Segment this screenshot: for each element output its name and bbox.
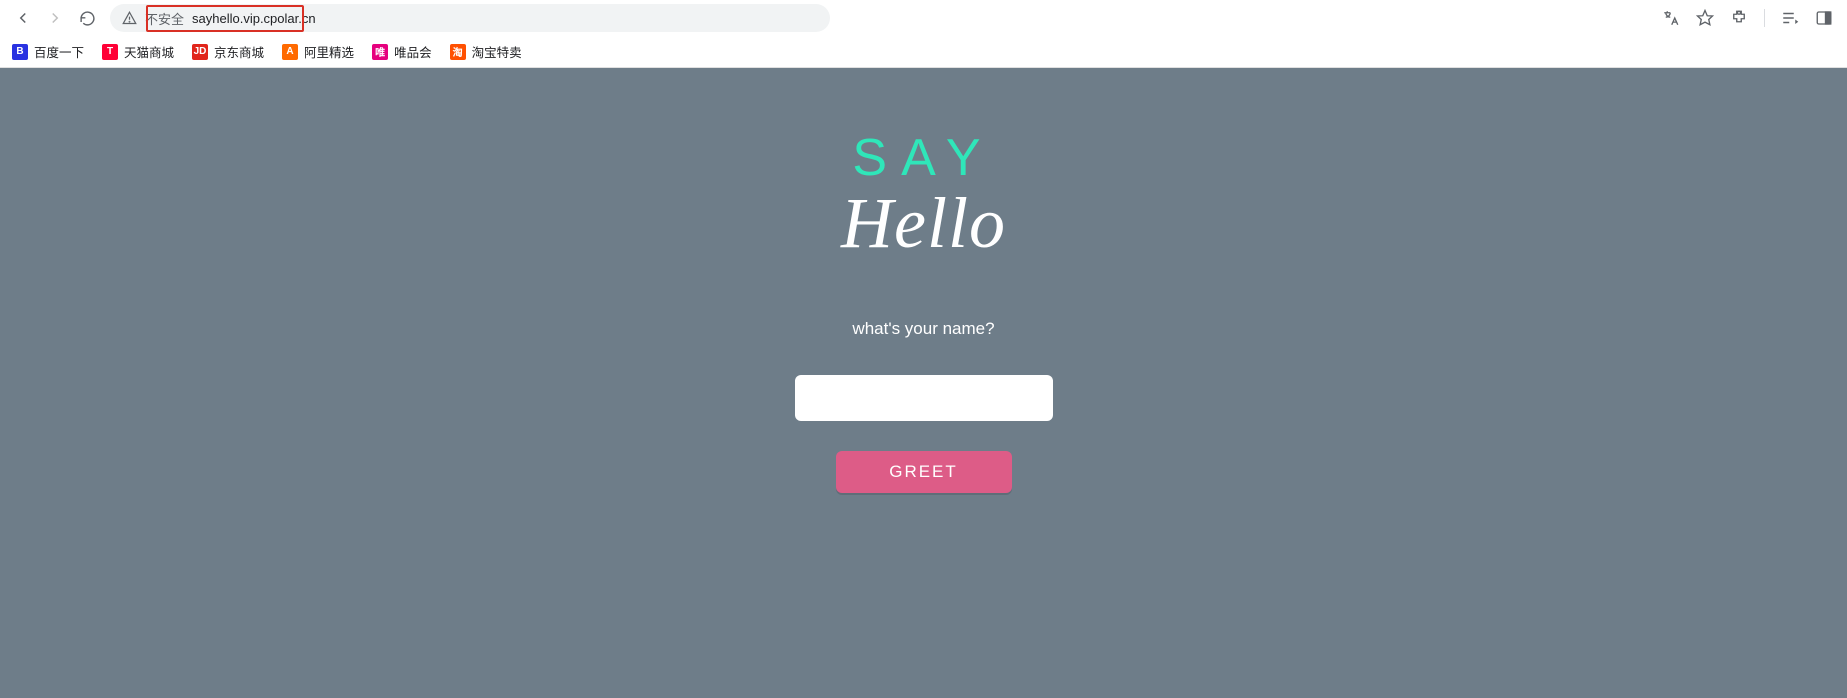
bookmark-item-0[interactable]: B 百度一下 [12, 42, 84, 61]
bookmark-label: 阿里精选 [304, 42, 354, 61]
security-label: 不安全 [145, 9, 184, 28]
translate-icon[interactable] [1662, 9, 1680, 27]
toolbar-divider [1764, 9, 1765, 27]
browser-chrome: 不安全 sayhello.vip.cpolar.cn B百度一下T天 [0, 0, 1847, 68]
reload-button[interactable] [78, 9, 96, 27]
playlist-icon[interactable] [1781, 9, 1799, 27]
bookmark-favicon: 淘 [450, 44, 466, 60]
browser-toolbar: 不安全 sayhello.vip.cpolar.cn [0, 0, 1847, 36]
name-input[interactable] [795, 375, 1053, 421]
nav-icon-group [8, 9, 96, 27]
bookmark-item-2[interactable]: JD 京东商城 [192, 42, 264, 61]
not-secure-icon [122, 11, 137, 26]
bookmark-item-3[interactable]: A 阿里精选 [282, 42, 354, 61]
heading-hello: Hello [841, 182, 1006, 265]
url-text: sayhello.vip.cpolar.cn [192, 11, 316, 26]
bookmark-favicon: 唯 [372, 44, 388, 60]
bookmark-item-1[interactable]: T 天猫商城 [102, 42, 174, 61]
name-prompt: what's your name? [852, 319, 994, 339]
bookmark-label: 淘宝特卖 [472, 42, 522, 61]
bookmark-favicon: JD [192, 44, 208, 60]
bookmark-favicon: T [102, 44, 118, 60]
bookmark-label: 天猫商城 [124, 42, 174, 61]
bookmark-label: 京东商城 [214, 42, 264, 61]
sidepanel-icon[interactable] [1815, 9, 1833, 27]
page-content: SAY Hello what's your name? GREET [0, 68, 1847, 698]
toolbar-right-icons [1662, 9, 1839, 27]
bookmark-bar: B百度一下T天猫商城JD京东商城A阿里精选唯唯品会淘淘宝特卖 [0, 36, 1847, 68]
bookmark-favicon: A [282, 44, 298, 60]
extensions-icon[interactable] [1730, 9, 1748, 27]
address-bar[interactable]: 不安全 sayhello.vip.cpolar.cn [110, 4, 830, 32]
back-button[interactable] [14, 9, 32, 27]
bookmark-item-5[interactable]: 淘淘宝特卖 [450, 42, 522, 61]
bookmark-favicon: B [12, 44, 28, 60]
greet-button[interactable]: GREET [836, 451, 1012, 493]
forward-button[interactable] [46, 9, 64, 27]
bookmark-star-icon[interactable] [1696, 9, 1714, 27]
bookmark-item-4[interactable]: 唯唯品会 [372, 42, 432, 61]
bookmark-label: 唯品会 [394, 42, 432, 61]
bookmark-label: 百度一下 [34, 42, 84, 61]
heading-say: SAY [852, 128, 994, 188]
